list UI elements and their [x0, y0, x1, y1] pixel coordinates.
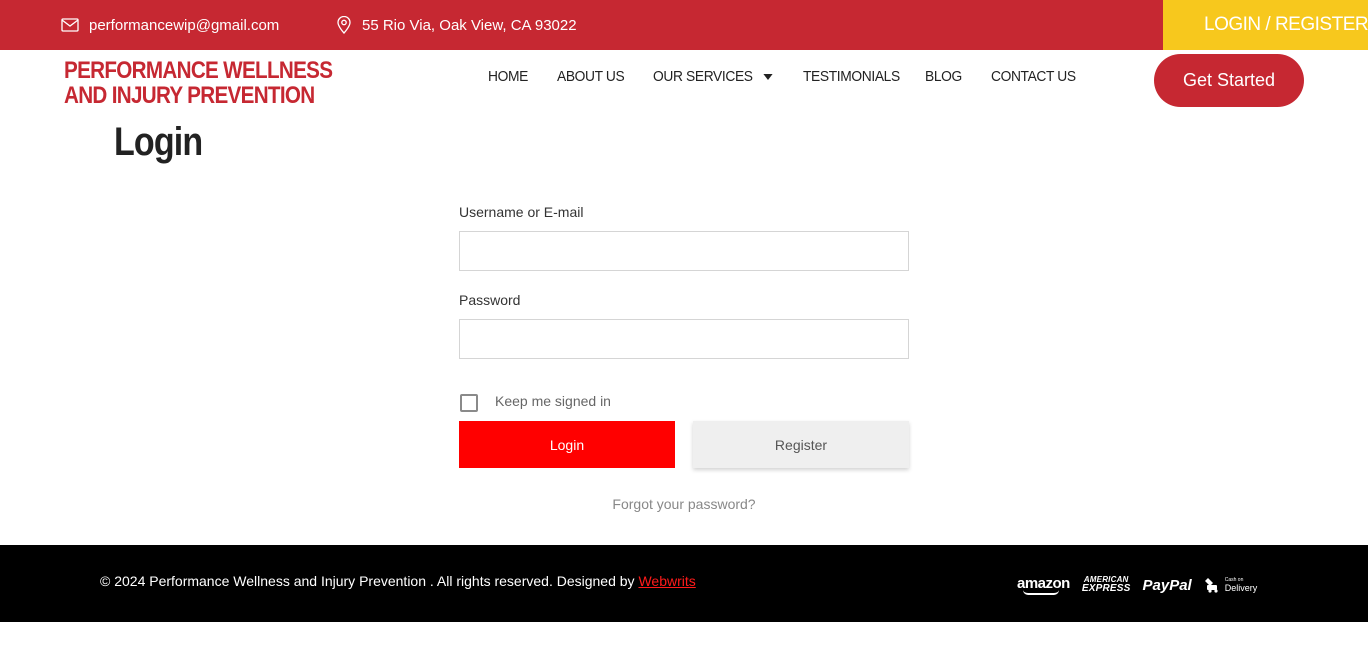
logo-line-1: PERFORMANCE WELLNESS: [64, 57, 333, 84]
truck-icon: [1204, 578, 1218, 593]
amex-line-2: EXPRESS: [1081, 583, 1131, 594]
nav-contact-us[interactable]: CONTACT US: [991, 68, 1076, 85]
footer: © 2024 Performance Wellness and Injury P…: [0, 545, 1368, 622]
login-button[interactable]: Login: [459, 421, 675, 468]
nav-blog[interactable]: BLOG: [925, 68, 962, 85]
cash-on-delivery-logo: Cash on Delivery: [1204, 577, 1258, 593]
caret-down-icon: [763, 74, 773, 81]
topbar-address-text: 55 Rio Via, Oak View, CA 93022: [362, 16, 577, 34]
keep-signed-in-label[interactable]: Keep me signed in: [495, 393, 611, 409]
get-started-button[interactable]: Get Started: [1154, 54, 1304, 107]
cod-text: Delivery: [1224, 583, 1258, 593]
designer-link[interactable]: Webwrits: [638, 573, 695, 589]
username-label: Username or E-mail: [459, 204, 584, 220]
site-logo[interactable]: PERFORMANCE WELLNESS AND INJURY PREVENTI…: [64, 57, 333, 109]
topbar-email-text: performancewip@gmail.com: [89, 16, 280, 34]
envelope-icon: [61, 18, 79, 32]
register-button[interactable]: Register: [693, 421, 909, 468]
page-title: Login: [114, 120, 203, 164]
topbar-address: 55 Rio Via, Oak View, CA 93022: [336, 0, 577, 50]
keep-signed-in-checkbox[interactable]: [460, 394, 478, 412]
nav-about-us[interactable]: ABOUT US: [557, 68, 625, 85]
login-register-label: LOGIN / REGISTER: [1204, 14, 1368, 35]
username-input[interactable]: [459, 231, 909, 271]
copyright-text: © 2024 Performance Wellness and Injury P…: [100, 573, 639, 589]
nav-home[interactable]: HOME: [488, 68, 528, 85]
password-input[interactable]: [459, 319, 909, 359]
amazon-logo: amazon: [1017, 575, 1070, 595]
forgot-password-link[interactable]: Forgot your password?: [459, 496, 909, 512]
payment-methods: amazon AMERICAN EXPRESS PayPal Cash on D…: [1017, 575, 1257, 595]
nav-our-services-label: OUR SERVICES: [653, 68, 753, 85]
topbar-email[interactable]: performancewip@gmail.com: [61, 0, 279, 50]
american-express-logo: AMERICAN EXPRESS: [1082, 576, 1131, 594]
login-register-link[interactable]: LOGIN / REGISTER: [1163, 0, 1368, 50]
logo-line-2: AND INJURY PREVENTION: [64, 82, 315, 109]
footer-copyright: © 2024 Performance Wellness and Injury P…: [100, 573, 696, 589]
top-bar: performancewip@gmail.com 55 Rio Via, Oak…: [0, 0, 1368, 50]
map-pin-icon: [337, 16, 351, 34]
password-label: Password: [459, 292, 521, 308]
paypal-logo: PayPal: [1142, 576, 1192, 594]
nav-testimonials[interactable]: TESTIMONIALS: [803, 68, 900, 85]
nav-our-services[interactable]: OUR SERVICES: [653, 68, 773, 85]
